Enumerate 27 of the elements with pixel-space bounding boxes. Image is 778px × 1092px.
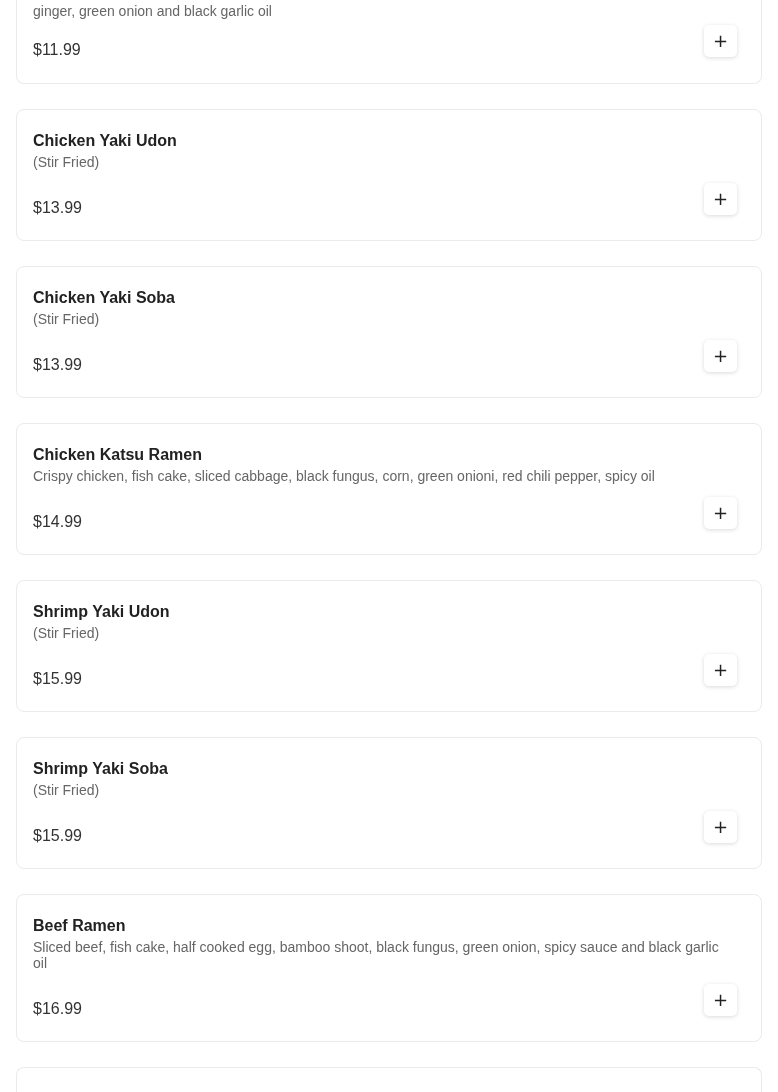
item-description: Sliced beef, fish cake, half cooked egg, bamboo shoot, black fungus, green onion, spicy sauce and black garlic oil [33,939,720,971]
item-description: (Stir Fried) [33,311,101,327]
item-price: $15.99 [33,826,82,846]
item-price: $13.99 [33,355,82,375]
add-button[interactable]: + [704,25,737,57]
item-name: Beef Ramen [33,916,127,936]
item-name: Chicken Katsu Ramen [33,445,203,465]
item-name: Shrimp Yaki Soba [33,759,169,779]
item-description: (Stir Fried) [33,625,101,641]
item-description: (Stir Fried) [33,782,101,798]
item-description: (Stir Fried) [33,154,101,170]
item-price: $15.99 [33,669,82,689]
add-button[interactable]: + [704,654,737,686]
item-price: $13.99 [33,198,82,218]
item-name: Shrimp Yaki Udon [33,602,171,622]
add-button[interactable]: + [704,183,737,215]
item-description: ginger, green onion and black garlic oil [33,3,273,19]
item-price: $14.99 [33,512,82,532]
item-name: Chicken Yaki Udon [33,131,178,151]
add-button[interactable]: + [704,497,737,529]
add-button[interactable]: + [704,984,737,1016]
item-price: $11.99 [33,40,81,60]
add-button[interactable]: + [704,811,737,843]
item-name: Chicken Yaki Soba [33,288,176,308]
add-button[interactable]: + [704,340,737,372]
item-price: $16.99 [33,999,82,1019]
item-description: Crispy chicken, fish cake, sliced cabbage, black fungus, corn, green onioni, red chili pepper, spicy oil [33,468,656,484]
